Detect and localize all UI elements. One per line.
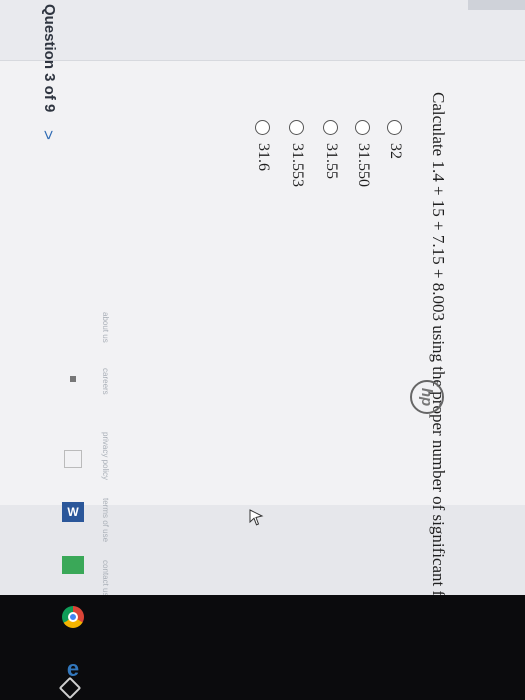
answer-choice-label: 31.6 bbox=[255, 143, 272, 171]
footer-link-contact[interactable]: contact us bbox=[101, 560, 110, 596]
word-icon[interactable]: W bbox=[62, 502, 84, 522]
radio-icon[interactable] bbox=[387, 120, 403, 135]
footer-link-terms[interactable]: terms of use bbox=[101, 498, 110, 542]
answer-choice-label: 31.55 bbox=[323, 143, 340, 179]
store-icon[interactable] bbox=[62, 556, 84, 574]
answer-choice-label: 31.550 bbox=[355, 143, 372, 187]
answer-choice[interactable]: 32 bbox=[386, 120, 404, 159]
mouse-cursor-icon bbox=[249, 509, 264, 526]
hp-logo: hp bbox=[410, 380, 444, 414]
footer-link-about[interactable]: about us bbox=[101, 312, 110, 343]
radio-icon[interactable] bbox=[255, 120, 271, 135]
radio-icon[interactable] bbox=[289, 120, 305, 135]
quiz-header-bar bbox=[0, 0, 525, 61]
edge-icon[interactable]: e bbox=[62, 658, 84, 680]
chrome-icon[interactable] bbox=[62, 606, 84, 628]
task-view-icon[interactable] bbox=[70, 376, 76, 382]
answer-choice-label: 31.553 bbox=[289, 143, 306, 187]
question-progress: Question 3 of 9 bbox=[41, 4, 58, 113]
resources-tab[interactable] bbox=[468, 0, 525, 10]
answer-choice[interactable]: 31.553 bbox=[288, 120, 306, 187]
radio-icon[interactable] bbox=[323, 120, 339, 135]
footer-link-privacy[interactable]: privacy policy bbox=[101, 432, 110, 480]
answer-choice-label: 32 bbox=[387, 143, 404, 159]
question-prompt: Calculate 1.4 + 15 + 7.15 + 8.003 using … bbox=[429, 92, 448, 642]
file-explorer-icon[interactable] bbox=[64, 450, 82, 468]
answer-choice[interactable]: 31.6 bbox=[254, 120, 272, 171]
radio-icon[interactable] bbox=[355, 120, 371, 135]
answer-choice[interactable]: 31.550 bbox=[354, 120, 372, 187]
answer-choice[interactable]: 31.55 bbox=[322, 120, 340, 179]
footer-link-careers[interactable]: careers bbox=[101, 368, 110, 395]
next-question-icon[interactable]: > bbox=[38, 130, 58, 140]
